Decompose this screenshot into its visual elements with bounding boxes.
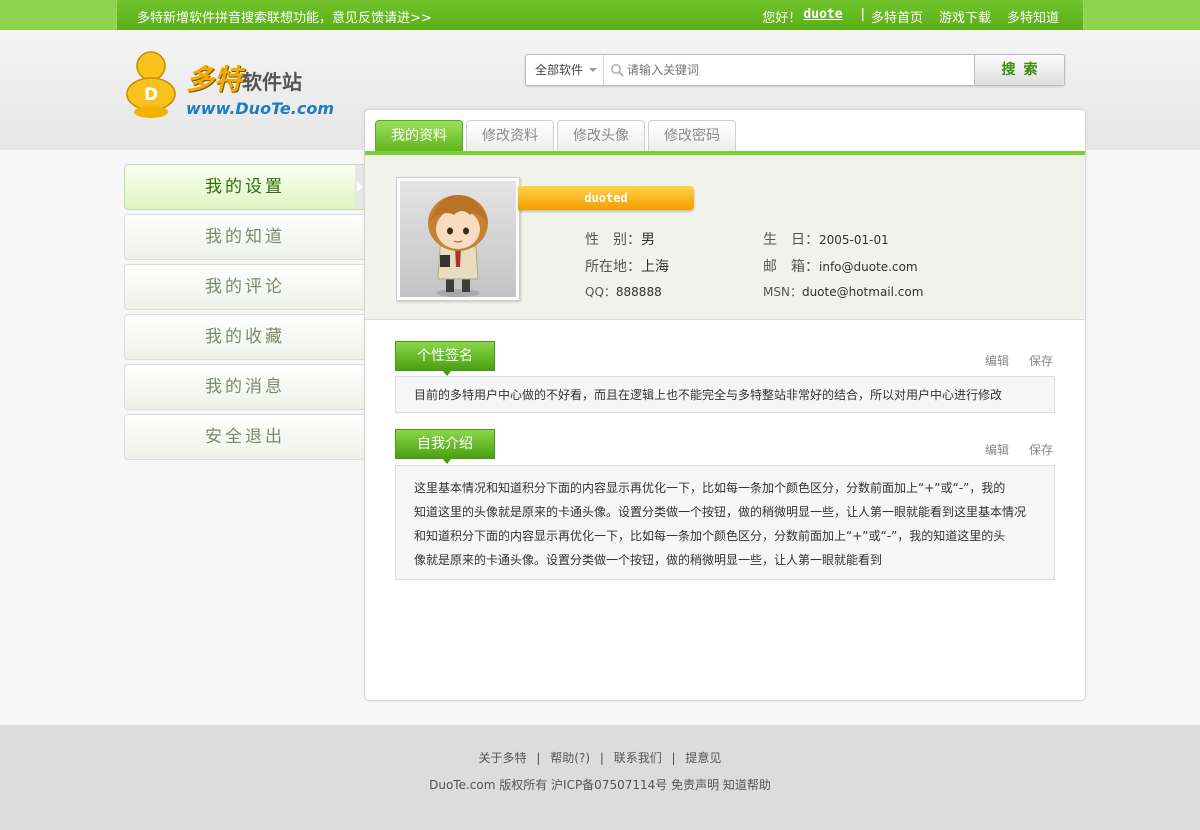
sidebar-item-label: 我的知道 [205,227,285,247]
signature-save-link[interactable]: 保存 [1029,352,1053,369]
intro-title-label: 自我介绍 [417,436,473,452]
intro-content: 这里基本情况和知道积分下面的内容显示再优化一下，比如每一条加个颜色区分，分数前面… [395,465,1055,580]
footer-link-contact[interactable]: 联系我们 [614,751,662,765]
logo-badge-letter: D [144,85,158,105]
search-icon [611,64,624,77]
sidebar-item-logout[interactable]: 安全退出 [124,414,366,460]
nav-games-link[interactable]: 游戏下载 [939,7,991,26]
sidebar-item-label: 我的评论 [205,277,285,297]
intro-edit-link[interactable]: 编辑 [985,441,1009,458]
footer-links: 关于多特 | 帮助(?) | 联系我们 | 提意见 [0,749,1200,766]
site-logo[interactable]: D 多特软件站 www.DuoTe.com [124,48,334,122]
signature-title: 个性签名 [395,341,495,376]
title-pointer [442,458,452,464]
footer-separator: | [599,751,604,765]
sidebar-item-label: 我的设置 [205,177,285,197]
cartoon-avatar-icon [428,195,488,297]
tab-edit-avatar[interactable]: 修改头像 [557,120,645,152]
msn-field: MSN：duote@hotmail.com [763,283,923,300]
profile-tabs: 我的资料 修改资料 修改头像 修改密码 [375,120,736,158]
footer-link-about[interactable]: 关于多特 [479,751,527,765]
msn-value: duote@hotmail.com [801,285,924,299]
nav-home-link[interactable]: 多特首页 [871,7,923,26]
footer-copyright: DuoTe.com 版权所有 沪ICP备07507114号 免责声明 知道帮助 [429,778,771,792]
intro-title: 自我介绍 [395,429,495,464]
footer-link-feedback[interactable]: 提意见 [685,751,721,765]
search-scope-select[interactable]: 全部软件 [526,55,604,85]
sidebar-item-label: 安全退出 [205,427,285,447]
sidebar-item-label: 我的消息 [205,377,285,397]
birthday-value: 2005-01-01 [819,233,889,247]
footer: 关于多特 | 帮助(?) | 联系我们 | 提意见 DuoTe.com 版权所有… [0,725,1200,830]
username-ribbon: duoted [518,186,694,210]
email-label: 邮 箱： [763,259,819,275]
email-field: 邮 箱：info@duote.com [763,256,918,276]
search-button[interactable]: 搜索 [974,55,1064,85]
top-nav: 您好！ duote | 多特首页 游戏下载 多特知道 [762,7,1059,26]
logo-sub-text: 软件站 [242,70,303,94]
sidebar-menu: 我的设置 我的知道 我的评论 我的收藏 我的消息 安全退出 [124,164,366,464]
search-scope-label: 全部软件 [535,63,584,77]
gender-value: 男 [641,232,655,248]
nav-separator: | [860,7,865,22]
intro-line: 和知道积分下面的内容显示再优化一下，比如每一条加个颜色区分，分数前面加上“+”或… [414,529,1006,543]
msn-label: MSN： [763,285,802,299]
logo-text: 多特软件站 [186,58,302,98]
sidebar-item-label: 我的收藏 [205,327,285,347]
email-value: info@duote.com [819,260,918,274]
footer-separator: | [671,751,676,765]
greeting-text: 您好！ [762,11,802,26]
avatar-frame [396,177,520,301]
search-bar: 全部软件 搜索 [525,54,1065,86]
tab-change-password[interactable]: 修改密码 [648,120,736,152]
topbar: 多特新增软件拼音搜索联想功能，意见反馈请进>> 您好！ duote | 多特首页… [116,0,1084,30]
logo-main-text: 多特 [186,63,243,96]
gender-label: 性 别： [585,232,641,248]
location-value: 上海 [641,259,669,275]
footer-link-help[interactable]: 帮助(?) [550,751,590,765]
intro-save-link[interactable]: 保存 [1029,441,1053,458]
signature-content: 目前的多特用户中心做的不好看，而且在逻辑上也不能完全与多特整站非常好的结合，所以… [395,376,1055,413]
sidebar-item-settings[interactable]: 我的设置 [124,164,366,210]
intro-line: 知道这里的头像就是原来的卡通头像。设置分类做一个按钮，做的稍微明显一些，让人第一… [414,505,1027,519]
birthday-field: 生 日：2005-01-01 [763,229,889,249]
gender-field: 性 别：男 [585,229,655,249]
footer-separator: | [536,751,541,765]
qq-field: QQ：888888 [585,283,662,300]
sidebar-item-zhidao[interactable]: 我的知道 [124,214,366,260]
intro-line: 这里基本情况和知道积分下面的内容显示再优化一下，比如每一条加个颜色区分，分数前面… [414,481,1006,495]
signature-title-label: 个性签名 [417,348,473,364]
profile-card: duoted 性 别：男 所在地：上海 QQ：888888 生 日：2005-0… [365,155,1085,320]
username-link[interactable]: duote [803,7,842,26]
intro-line: 像就是原来的卡通头像。设置分类做一个按钮，做的稍微明显一些，让人第一眼就能看到 [414,553,883,567]
chevron-down-icon [589,68,597,72]
location-field: 所在地：上海 [585,256,669,276]
birthday-label: 生 日： [763,232,819,248]
sidebar-item-comments[interactable]: 我的评论 [124,264,366,310]
tab-edit-profile[interactable]: 修改资料 [466,120,554,152]
sidebar-item-messages[interactable]: 我的消息 [124,364,366,410]
qq-value: 888888 [615,285,662,299]
sidebar-item-favorites[interactable]: 我的收藏 [124,314,366,360]
location-label: 所在地： [585,259,641,275]
main-panel: 我的资料 修改资料 修改头像 修改密码 duoted 性 别：男 所在地：上海 … [364,109,1086,701]
signature-actions: 编辑 保存 [985,352,1053,369]
intro-actions: 编辑 保存 [985,441,1053,458]
qq-label: QQ： [585,285,616,299]
nav-zhidao-link[interactable]: 多特知道 [1007,7,1059,26]
logo-url: www.DuoTe.com [186,99,334,118]
tab-my-profile[interactable]: 我的资料 [375,120,463,158]
avatar [400,181,516,297]
chevron-right-icon [357,182,363,192]
search-input[interactable] [627,59,967,81]
signature-edit-link[interactable]: 编辑 [985,352,1009,369]
mascot-logo-icon: D [126,51,176,118]
announcement-link[interactable]: 多特新增软件拼音搜索联想功能，意见反馈请进>> [137,7,432,26]
tab-label: 我的资料 [391,128,447,144]
